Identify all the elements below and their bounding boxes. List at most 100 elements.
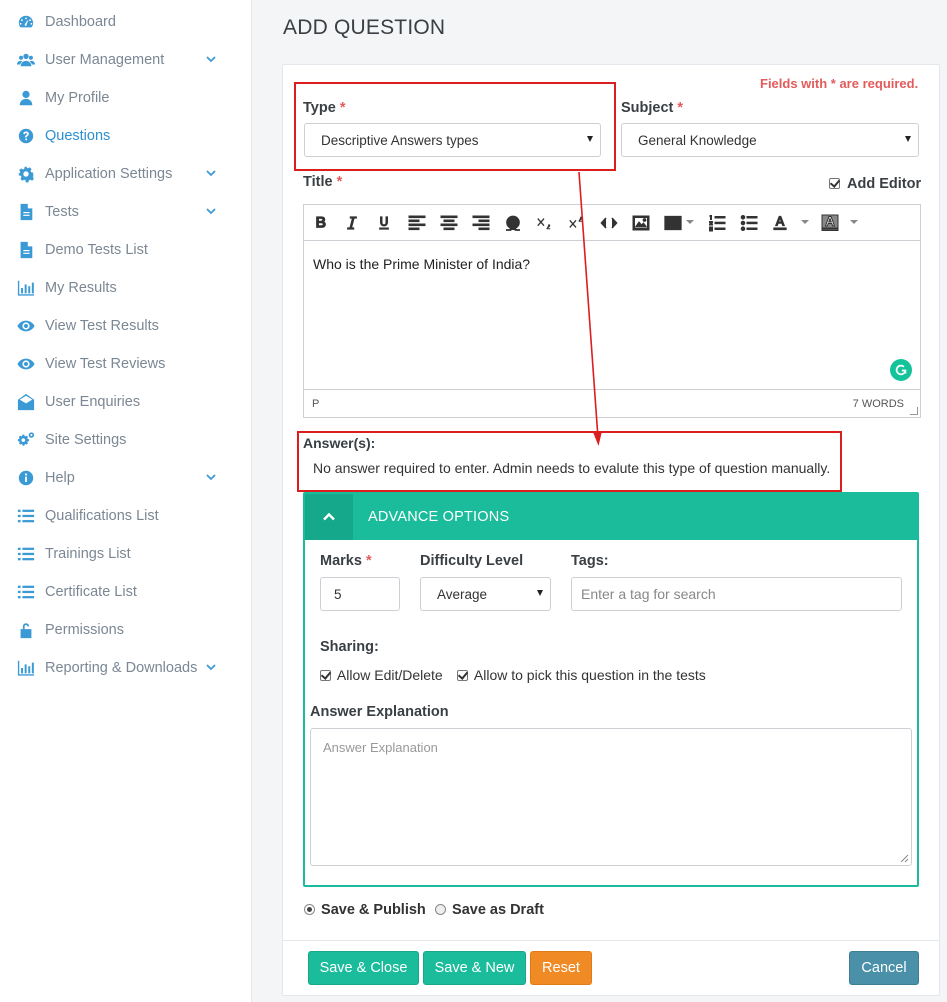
sidebar-item-label: Permissions xyxy=(45,622,124,638)
chevron-down-icon xyxy=(205,661,217,673)
editor-content[interactable]: Who is the Prime Minister of India? xyxy=(313,256,530,272)
tags-label: Tags: xyxy=(571,553,609,569)
add-editor-checkbox[interactable]: Add Editor xyxy=(829,176,921,192)
sidebar-item-view-test-results[interactable]: View Test Results xyxy=(0,307,252,345)
dashboard-icon xyxy=(16,12,36,32)
subject-label: Subject * xyxy=(621,100,684,116)
unlock-icon xyxy=(16,620,36,640)
sidebar-item-label: View Test Results xyxy=(45,318,159,334)
align-right-icon[interactable] xyxy=(472,213,490,233)
subject-select[interactable]: General Knowledge xyxy=(621,123,919,157)
align-left-icon[interactable] xyxy=(408,213,426,233)
cancel-button[interactable]: Cancel xyxy=(849,951,919,985)
bullet-list-icon[interactable] xyxy=(740,213,758,233)
allow-edit-delete-checkbox[interactable]: Allow Edit/Delete xyxy=(320,667,443,683)
answer-explanation-label: Answer Explanation xyxy=(310,704,449,720)
page-title: ADD QUESTION xyxy=(283,16,446,39)
sidebar-item-label: My Profile xyxy=(45,90,110,106)
sidebar-item-label: Questions xyxy=(45,128,111,144)
bar-chart-icon xyxy=(16,658,36,678)
background-color-caret-icon[interactable] xyxy=(850,220,858,224)
list-icon xyxy=(16,544,36,564)
save-close-button[interactable]: Save & Close xyxy=(308,951,419,985)
info-circle-icon xyxy=(16,468,36,488)
editor-statusbar: P 7 WORDS xyxy=(304,389,920,417)
special-character-icon[interactable] xyxy=(504,213,522,233)
sidebar-item-certificate-list[interactable]: Certificate List xyxy=(0,573,252,611)
question-circle-icon xyxy=(16,126,36,146)
sidebar-item-label: Dashboard xyxy=(45,14,116,30)
footer-divider xyxy=(283,940,939,941)
subscript-icon[interactable] xyxy=(536,213,552,233)
chevron-up-icon[interactable] xyxy=(305,494,353,540)
list-icon xyxy=(16,506,36,526)
editor-resize-handle[interactable] xyxy=(910,407,918,415)
chevron-down-icon xyxy=(205,53,217,65)
sidebar-item-label: My Results xyxy=(45,280,117,296)
chevron-down-icon xyxy=(205,167,217,179)
bold-icon[interactable] xyxy=(313,213,329,233)
numbered-list-icon[interactable] xyxy=(708,213,726,233)
sidebar-item-user-management[interactable]: User Management xyxy=(0,41,252,79)
resize-grip-icon[interactable] xyxy=(899,853,909,863)
sidebar-item-site-settings[interactable]: Site Settings xyxy=(0,421,252,459)
text-color-icon[interactable] xyxy=(772,213,788,233)
sidebar-item-label: Certificate List xyxy=(45,584,137,600)
sidebar-item-my-profile[interactable]: My Profile xyxy=(0,79,252,117)
sidebar-item-label: Reporting & Downloads xyxy=(45,660,198,676)
sidebar-item-questions[interactable]: Questions xyxy=(0,117,252,155)
dropdown-arrow-icon xyxy=(905,136,911,142)
allow-pick-question-checkbox[interactable]: Allow to pick this question in the tests xyxy=(457,667,706,683)
advance-options-header[interactable]: ADVANCE OPTIONS xyxy=(305,494,917,540)
reset-button[interactable]: Reset xyxy=(530,951,592,985)
grammarly-icon[interactable] xyxy=(890,359,912,381)
sidebar-item-permissions[interactable]: Permissions xyxy=(0,611,252,649)
envelope-open-icon xyxy=(16,392,36,412)
table-icon[interactable] xyxy=(664,213,682,233)
file-icon xyxy=(16,240,36,260)
eye-icon xyxy=(16,316,36,336)
image-icon[interactable] xyxy=(632,213,650,233)
sidebar-item-label: User Enquiries xyxy=(45,394,141,410)
eye-icon xyxy=(16,354,36,374)
marks-input[interactable]: 5 xyxy=(320,577,400,611)
sidebar-item-qualifications-list[interactable]: Qualifications List xyxy=(0,497,252,535)
sidebar-item-tests[interactable]: Tests xyxy=(0,193,252,231)
editor-word-count: 7 WORDS xyxy=(852,398,904,410)
sidebar-item-my-results[interactable]: My Results xyxy=(0,269,252,307)
sidebar-item-demo-tests-list[interactable]: Demo Tests List xyxy=(0,231,252,269)
sidebar-item-label: Demo Tests List xyxy=(45,242,148,258)
text-color-caret-icon[interactable] xyxy=(801,220,809,224)
sidebar-item-view-test-reviews[interactable]: View Test Reviews xyxy=(0,345,252,383)
tags-input[interactable]: Enter a tag for search xyxy=(571,577,902,611)
sidebar-item-application-settings[interactable]: Application Settings xyxy=(0,155,252,193)
difficulty-select[interactable]: Average xyxy=(420,577,551,611)
sidebar-item-dashboard[interactable]: Dashboard xyxy=(0,3,252,41)
save-new-button[interactable]: Save & New xyxy=(423,951,526,985)
table-caret-icon[interactable] xyxy=(686,220,694,224)
list-icon xyxy=(16,582,36,602)
radio-selected-icon xyxy=(304,904,315,915)
italic-icon[interactable] xyxy=(344,213,360,233)
sidebar-item-user-enquiries[interactable]: User Enquiries xyxy=(0,383,252,421)
save-publish-radio[interactable]: Save & Publish xyxy=(304,902,426,918)
editor-toolbar xyxy=(304,205,920,241)
checkbox-checked-icon xyxy=(829,178,840,189)
sidebar-item-reporting-downloads[interactable]: Reporting & Downloads xyxy=(0,649,252,687)
save-draft-radio[interactable]: Save as Draft xyxy=(435,902,544,918)
sidebar-item-label: View Test Reviews xyxy=(45,356,166,372)
answer-explanation-textarea[interactable]: Answer Explanation xyxy=(310,728,912,866)
user-icon xyxy=(16,88,36,108)
sidebar-item-help[interactable]: Help xyxy=(0,459,252,497)
radio-unselected-icon xyxy=(435,904,446,915)
sidebar-item-label: Site Settings xyxy=(45,432,127,448)
sidebar-item-label: User Management xyxy=(45,52,165,68)
align-center-icon[interactable] xyxy=(440,213,458,233)
rich-text-editor: Who is the Prime Minister of India? P 7 … xyxy=(303,204,921,418)
background-color-icon[interactable] xyxy=(821,213,839,233)
dropdown-arrow-icon xyxy=(537,590,543,596)
gear-icon xyxy=(16,164,36,184)
sidebar: Dashboard User Management My Profile Que… xyxy=(0,0,252,1002)
underline-icon[interactable] xyxy=(376,213,392,233)
sidebar-item-trainings-list[interactable]: Trainings List xyxy=(0,535,252,573)
